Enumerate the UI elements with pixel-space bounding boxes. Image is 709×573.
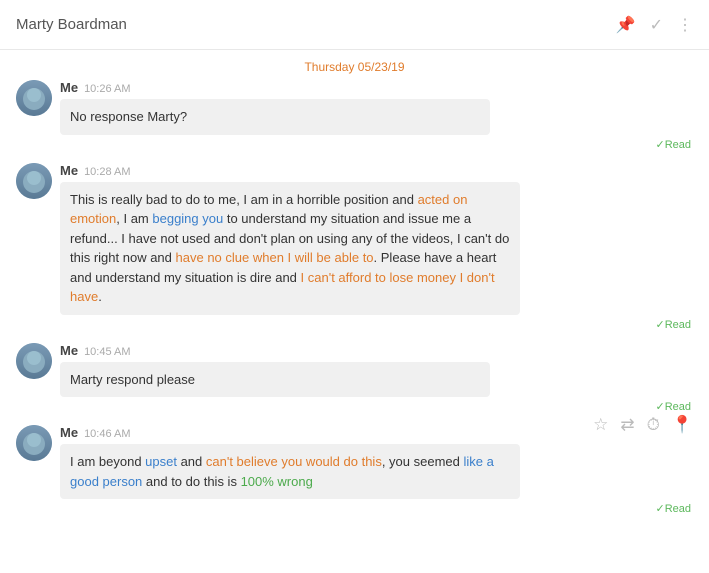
message-time: 10:28 AM [84,166,130,178]
message-row: Me 10:46 AM I am beyond upset and can't … [16,425,693,515]
more-icon[interactable]: ⋮ [677,15,693,35]
forward-icon[interactable]: ⇄ [620,415,634,435]
read-receipt: ✓Read [60,400,693,413]
message-meta: Me 10:45 AM [60,343,693,358]
chat-area: Thursday 05/23/19 Me 10:26 AM No respons… [0,50,709,573]
avatar-image [16,80,52,116]
sender-name: Me [60,80,78,95]
message-row: Me 10:28 AM This is really bad to do to … [16,163,693,331]
avatar [16,80,52,116]
message-meta: Me 10:28 AM [60,163,693,178]
message-time: 10:26 AM [84,83,130,95]
message-time: 10:46 AM [84,428,130,440]
message-meta: Me 10:26 AM [60,80,693,95]
avatar-image [16,425,52,461]
message-time: 10:45 AM [84,346,130,358]
message-row: Me 10:45 AM Marty respond please ✓Read [16,343,693,414]
date-separator: Thursday 05/23/19 [16,50,693,80]
message-row: Me 10:26 AM No response Marty? ✓Read [16,80,693,151]
sender-name: Me [60,343,78,358]
message-bubble: No response Marty? [60,99,490,135]
pin-icon[interactable]: 📌 [616,15,636,35]
check-icon[interactable]: ✓ [650,15,663,35]
action-bar: ☆ ⇄ ⏱ 📍 [593,415,693,435]
message-content: Me 10:46 AM I am beyond upset and can't … [60,425,693,515]
message-content: Me 10:45 AM Marty respond please ✓Read [60,343,693,414]
message-bubble: Marty respond please [60,362,490,398]
read-receipt: ✓Read [60,318,693,331]
history-icon[interactable]: ⏱ [647,415,660,435]
avatar-image [16,163,52,199]
read-receipt: ✓Read [60,502,693,515]
avatar [16,163,52,199]
header-actions: 📌 ✓ ⋮ [616,15,693,35]
message-content: Me 10:26 AM No response Marty? ✓Read [60,80,693,151]
star-icon[interactable]: ☆ [593,415,608,435]
sender-name: Me [60,425,78,440]
message-bubble: This is really bad to do to me, I am in … [60,182,520,315]
avatar [16,425,52,461]
avatar [16,343,52,379]
message-bubble: I am beyond upset and can't believe you … [60,444,520,499]
chat-header: Marty Boardman 📌 ✓ ⋮ [0,0,709,50]
sender-name: Me [60,163,78,178]
message-content: Me 10:28 AM This is really bad to do to … [60,163,693,331]
avatar-image [16,343,52,379]
read-receipt: ✓Read [60,138,693,151]
location-icon[interactable]: 📍 [672,415,693,435]
contact-name: Marty Boardman [16,16,127,33]
